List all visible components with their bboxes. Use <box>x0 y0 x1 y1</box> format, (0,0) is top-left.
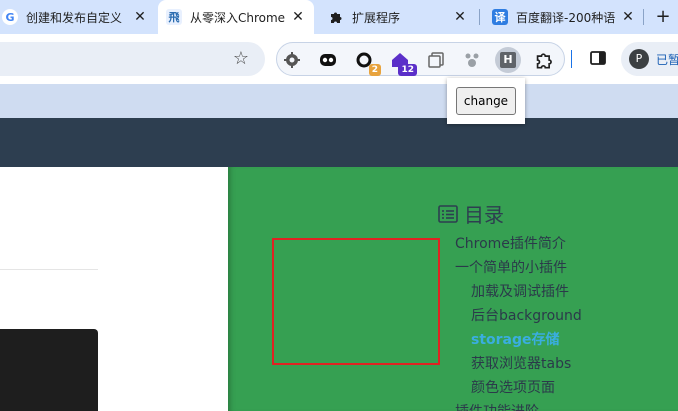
toc-item-background[interactable]: 后台background <box>471 305 582 325</box>
tab-strip: G 创建和发布自定义 ✕ 飛 从零深入Chrome ✕ 扩展程序 ✕ 译 百度翻… <box>0 0 678 34</box>
extension-popup: change <box>447 78 525 124</box>
side-panel-icon[interactable] <box>588 48 608 68</box>
extension-badge: 2 <box>368 64 381 76</box>
bookmarks-bar <box>0 84 678 118</box>
divider <box>0 269 98 270</box>
house-extension-icon[interactable]: 12 <box>389 49 417 76</box>
tab-extensions[interactable]: 扩展程序 ✕ <box>320 0 480 34</box>
toc-item-chrome-intro[interactable]: Chrome插件简介 <box>455 233 566 253</box>
google-favicon-icon: G <box>2 9 18 25</box>
toc-item-simple-plugin[interactable]: 一个简单的小插件 <box>455 257 567 277</box>
avatar: P <box>629 49 649 69</box>
content-pane: 目录 Chrome插件简介 一个简单的小插件 加载及调试插件 后台backgro… <box>228 167 678 411</box>
code-block <box>0 329 98 411</box>
article-pane <box>0 167 228 411</box>
toc-item-advanced[interactable]: 插件功能进阶 <box>455 401 539 411</box>
gear-extension-icon[interactable] <box>281 49 303 71</box>
mask-extension-icon[interactable] <box>317 49 339 71</box>
site-favicon-icon: 飛 <box>166 9 182 25</box>
address-bar[interactable] <box>0 42 265 76</box>
tab-close-icon[interactable]: ✕ <box>620 9 636 25</box>
tab-title: 百度翻译-200种语 <box>516 10 616 25</box>
tab-title: 从零深入Chrome <box>190 10 286 25</box>
tab-create-publish[interactable]: G 创建和发布自定义 ✕ <box>0 0 156 34</box>
profile-button[interactable]: P 已暂 <box>621 42 678 76</box>
toc-item-color-options[interactable]: 颜色选项页面 <box>471 377 555 397</box>
toc-item-get-tabs[interactable]: 获取浏览器tabs <box>471 353 571 373</box>
tab-close-icon[interactable]: ✕ <box>452 9 468 25</box>
paw-extension-icon[interactable] <box>461 49 483 71</box>
toc-item-load-debug[interactable]: 加载及调试插件 <box>471 281 569 301</box>
profile-status-label: 已暂 <box>656 53 678 67</box>
tab-chrome-guide[interactable]: 飛 从零深入Chrome ✕ <box>158 0 314 34</box>
site-header <box>0 118 678 167</box>
toolbar-separator <box>571 50 572 68</box>
list-icon <box>438 204 458 223</box>
puzzle-favicon-icon <box>328 9 344 25</box>
toolbar: ☆ 2 12 H P 已暂 <box>0 34 678 84</box>
bookmark-star-icon[interactable]: ☆ <box>230 48 252 70</box>
tab-close-icon[interactable]: ✕ <box>132 9 148 25</box>
toc-header: 目录 <box>438 199 504 228</box>
toc-item-storage[interactable]: storage存储 <box>471 329 560 349</box>
tab-baidu-translate[interactable]: 译 百度翻译-200种语 ✕ <box>484 0 644 34</box>
toc-title: 目录 <box>464 203 504 227</box>
extensions-area: 2 12 H <box>276 42 565 76</box>
h-extension-icon[interactable]: H <box>495 47 521 73</box>
rotate-extension-icon[interactable]: 2 <box>353 49 381 76</box>
tab-close-icon[interactable]: ✕ <box>290 9 306 25</box>
extension-badge: 12 <box>398 64 417 76</box>
new-tab-button[interactable]: + <box>652 6 674 28</box>
puzzle-extension-icon[interactable] <box>533 49 555 71</box>
tab-separator <box>643 9 644 25</box>
tab-separator <box>479 9 480 25</box>
copy-extension-icon[interactable] <box>425 49 447 71</box>
highlight-box <box>272 238 440 365</box>
translate-favicon-icon: 译 <box>492 9 508 25</box>
change-button[interactable]: change <box>456 87 516 115</box>
tab-title: 创建和发布自定义 <box>26 10 123 25</box>
